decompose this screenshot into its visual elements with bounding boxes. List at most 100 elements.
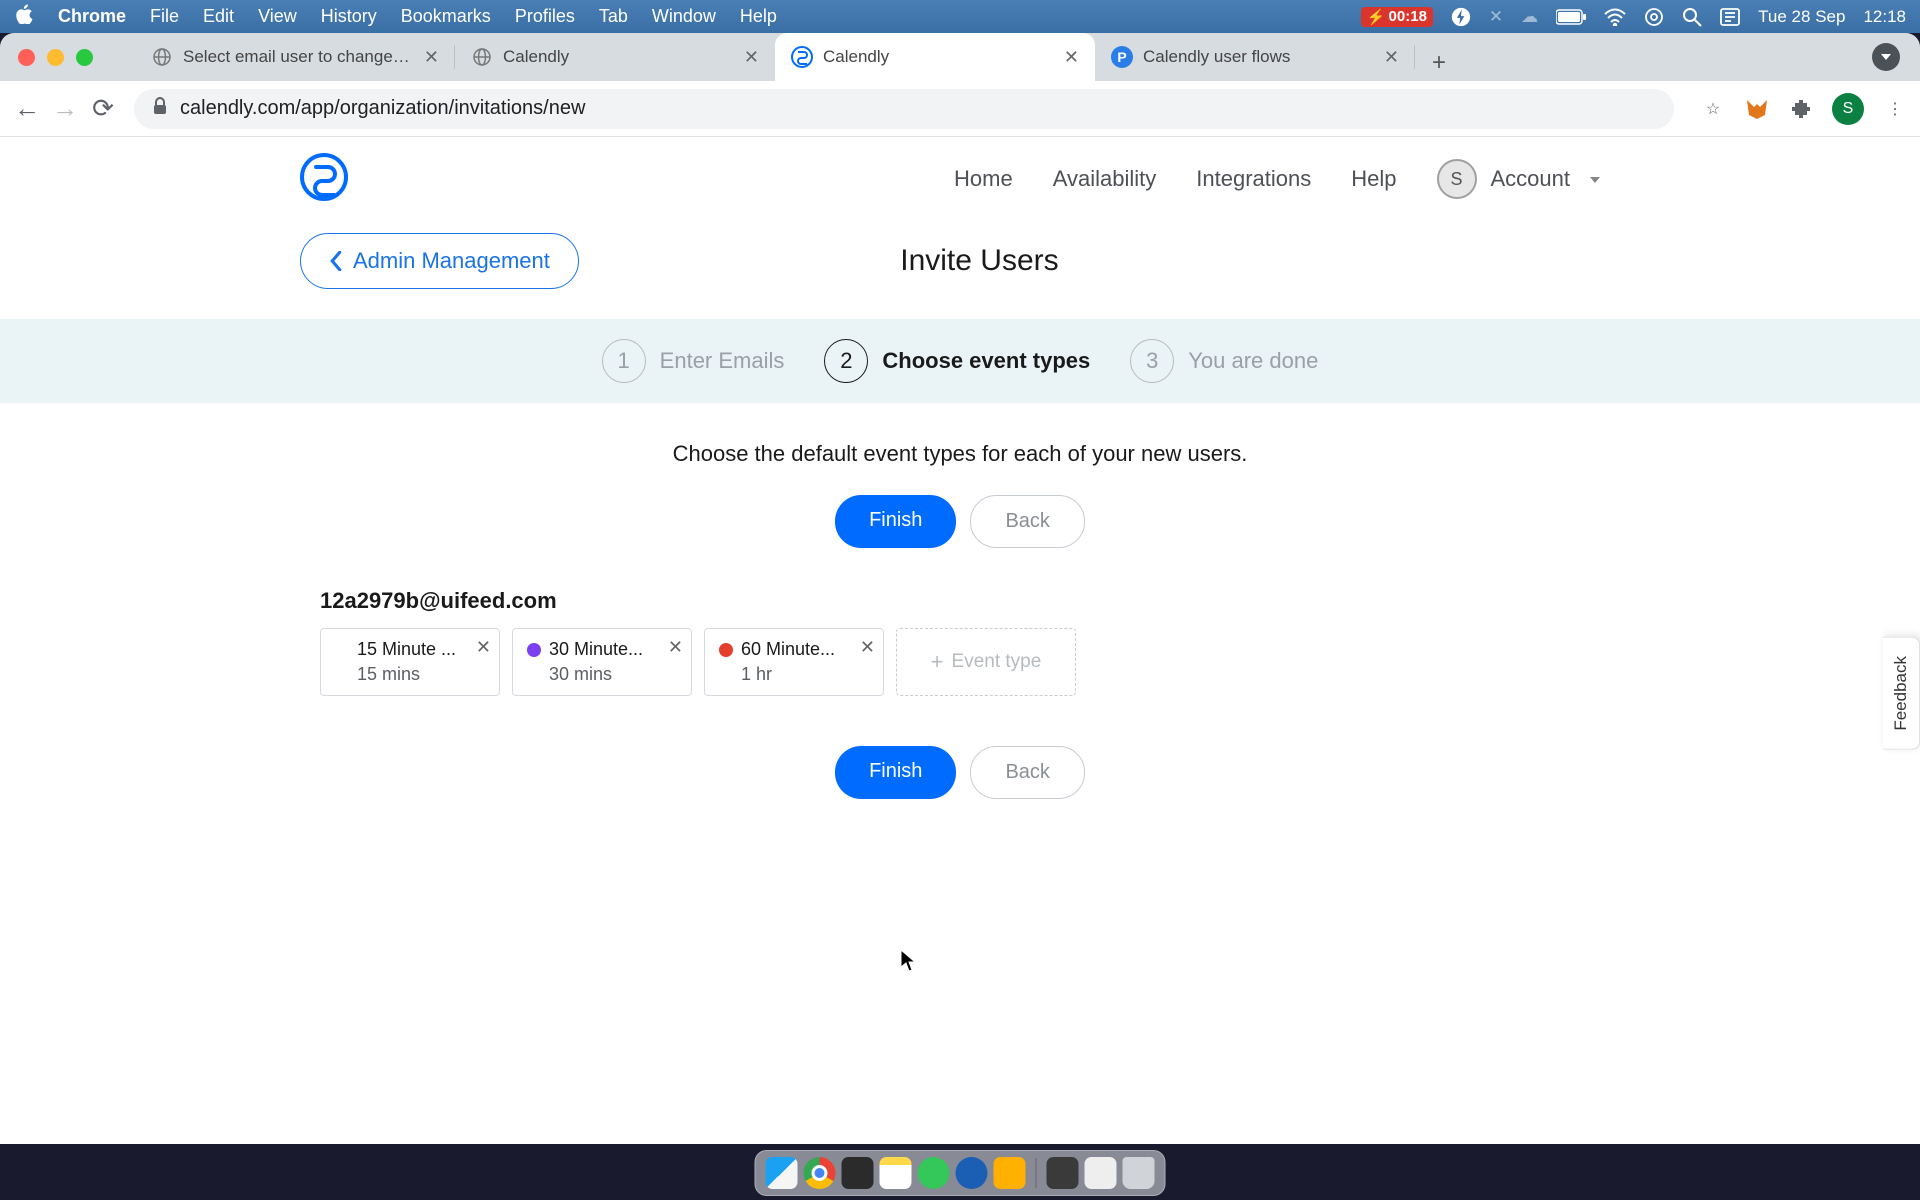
- page-title: Invite Users: [339, 244, 1620, 278]
- account-menu[interactable]: S Account: [1437, 159, 1601, 199]
- app-icon[interactable]: [1085, 1157, 1117, 1189]
- control-center-icon[interactable]: [1644, 7, 1664, 27]
- step-number: 3: [1130, 339, 1174, 383]
- menu-bookmarks[interactable]: Bookmarks: [401, 6, 491, 27]
- terminal-icon[interactable]: [842, 1157, 874, 1189]
- bookmark-star-icon[interactable]: ☆: [1700, 96, 1726, 122]
- remove-icon[interactable]: ✕: [668, 637, 683, 658]
- spotlight-icon[interactable]: [1682, 7, 1702, 27]
- menubar-app-name[interactable]: Chrome: [58, 6, 126, 27]
- color-dot-icon: [719, 643, 733, 657]
- wifi-icon[interactable]: [1604, 8, 1626, 26]
- browser-tabstrip: Select email user to change | D ✕ Calend…: [0, 33, 1920, 81]
- globe-icon: [151, 46, 173, 68]
- macos-menubar: Chrome File Edit View History Bookmarks …: [0, 0, 1920, 33]
- app-icon[interactable]: [994, 1157, 1026, 1189]
- step-1: 1 Enter Emails: [602, 339, 785, 383]
- finish-button[interactable]: Finish: [835, 746, 956, 799]
- new-tab-button[interactable]: +: [1421, 45, 1457, 81]
- calendly-icon: [791, 46, 813, 68]
- browser-tab-active[interactable]: Calendly ✕: [775, 33, 1095, 81]
- menubar-time[interactable]: 12:18: [1863, 7, 1906, 27]
- bolt-icon[interactable]: [1451, 7, 1471, 27]
- nav-availability[interactable]: Availability: [1053, 166, 1157, 192]
- tools-icon[interactable]: ✕: [1489, 7, 1503, 27]
- calendly-logo-icon[interactable]: [300, 153, 348, 206]
- nav-help[interactable]: Help: [1351, 166, 1396, 192]
- tab-title: Calendly: [823, 47, 1054, 67]
- close-icon[interactable]: ✕: [1064, 47, 1079, 68]
- address-input[interactable]: calendly.com/app/organization/invitation…: [134, 89, 1674, 129]
- notes-icon[interactable]: [880, 1157, 912, 1189]
- browser-tab[interactable]: Calendly ✕: [455, 33, 775, 81]
- 1password-icon[interactable]: [956, 1157, 988, 1189]
- menu-history[interactable]: History: [321, 6, 377, 27]
- window-traffic-lights: [18, 49, 93, 66]
- extensions-icon[interactable]: [1788, 96, 1814, 122]
- remove-icon[interactable]: ✕: [860, 637, 875, 658]
- menu-file[interactable]: File: [150, 6, 179, 27]
- window-close-button[interactable]: [18, 49, 35, 66]
- feedback-tab[interactable]: Feedback: [1883, 637, 1920, 750]
- finder-icon[interactable]: [766, 1157, 798, 1189]
- window-fullscreen-button[interactable]: [76, 49, 93, 66]
- event-type-name: 15 Minute ...: [357, 639, 456, 660]
- dock-divider: [1036, 1158, 1037, 1188]
- menu-help[interactable]: Help: [740, 6, 777, 27]
- nav-forward-button[interactable]: →: [50, 93, 80, 124]
- back-button[interactable]: Back: [970, 495, 1084, 548]
- menu-window[interactable]: Window: [652, 6, 716, 27]
- event-type-chip[interactable]: 30 Minute... ✕ 30 mins: [512, 628, 692, 696]
- globe-icon: [471, 46, 493, 68]
- nav-home[interactable]: Home: [954, 166, 1013, 192]
- battery-icon[interactable]: [1556, 9, 1586, 25]
- add-event-label: Event type: [952, 651, 1042, 673]
- step-label: Enter Emails: [660, 348, 785, 374]
- macos-dock: [755, 1150, 1166, 1196]
- kebab-menu-icon[interactable]: ⋮: [1882, 96, 1908, 122]
- finish-button[interactable]: Finish: [835, 495, 956, 548]
- close-icon[interactable]: ✕: [744, 47, 759, 68]
- browser-tab[interactable]: Select email user to change | D ✕: [135, 33, 455, 81]
- menubar-date[interactable]: Tue 28 Sep: [1758, 7, 1845, 27]
- color-dot-icon: [527, 643, 541, 657]
- event-type-chip[interactable]: 60 Minute... ✕ 1 hr: [704, 628, 884, 696]
- tab-title: Select email user to change | D: [183, 47, 414, 67]
- menu-profiles[interactable]: Profiles: [515, 6, 575, 27]
- menu-edit[interactable]: Edit: [203, 6, 234, 27]
- app-icon[interactable]: [1047, 1157, 1079, 1189]
- nav-reload-button[interactable]: ⟳: [88, 93, 118, 124]
- menu-view[interactable]: View: [258, 6, 297, 27]
- event-duration: 30 mins: [549, 664, 677, 685]
- chrome-icon[interactable]: [804, 1157, 836, 1189]
- step-label: You are done: [1188, 348, 1318, 374]
- mouse-cursor: [900, 949, 918, 978]
- window-minimize-button[interactable]: [47, 49, 64, 66]
- page-content: Home Availability Integrations Help S Ac…: [0, 137, 1920, 1144]
- menu-tab[interactable]: Tab: [599, 6, 628, 27]
- remove-icon[interactable]: ✕: [476, 637, 491, 658]
- back-button[interactable]: Back: [970, 746, 1084, 799]
- step-number: 2: [824, 339, 868, 383]
- notification-center-icon[interactable]: [1720, 8, 1740, 26]
- extension-fox-icon[interactable]: [1744, 96, 1770, 122]
- apple-icon[interactable]: [14, 4, 34, 29]
- nav-integrations[interactable]: Integrations: [1196, 166, 1311, 192]
- close-icon[interactable]: ✕: [424, 47, 439, 68]
- cloud-icon[interactable]: ☁: [1521, 7, 1538, 27]
- add-event-type-button[interactable]: + Event type: [896, 628, 1076, 696]
- profile-avatar[interactable]: S: [1832, 93, 1864, 125]
- tab-overflow-button[interactable]: [1872, 43, 1900, 71]
- battery-status-icon[interactable]: ⚡00:18: [1361, 7, 1433, 27]
- plus-icon: +: [931, 649, 944, 675]
- url-text: calendly.com/app/organization/invitation…: [180, 97, 585, 120]
- event-type-chip[interactable]: 15 Minute ... ✕ 15 mins: [320, 628, 500, 696]
- trash-icon[interactable]: [1123, 1157, 1155, 1189]
- close-icon[interactable]: ✕: [1384, 47, 1399, 68]
- lock-icon: [152, 97, 168, 121]
- browser-tab[interactable]: P Calendly user flows ✕: [1095, 33, 1415, 81]
- app-header: Home Availability Integrations Help S Ac…: [0, 137, 1920, 221]
- messages-icon[interactable]: [918, 1157, 950, 1189]
- nav-back-button[interactable]: ←: [12, 93, 42, 124]
- color-dot-icon: [335, 643, 349, 657]
